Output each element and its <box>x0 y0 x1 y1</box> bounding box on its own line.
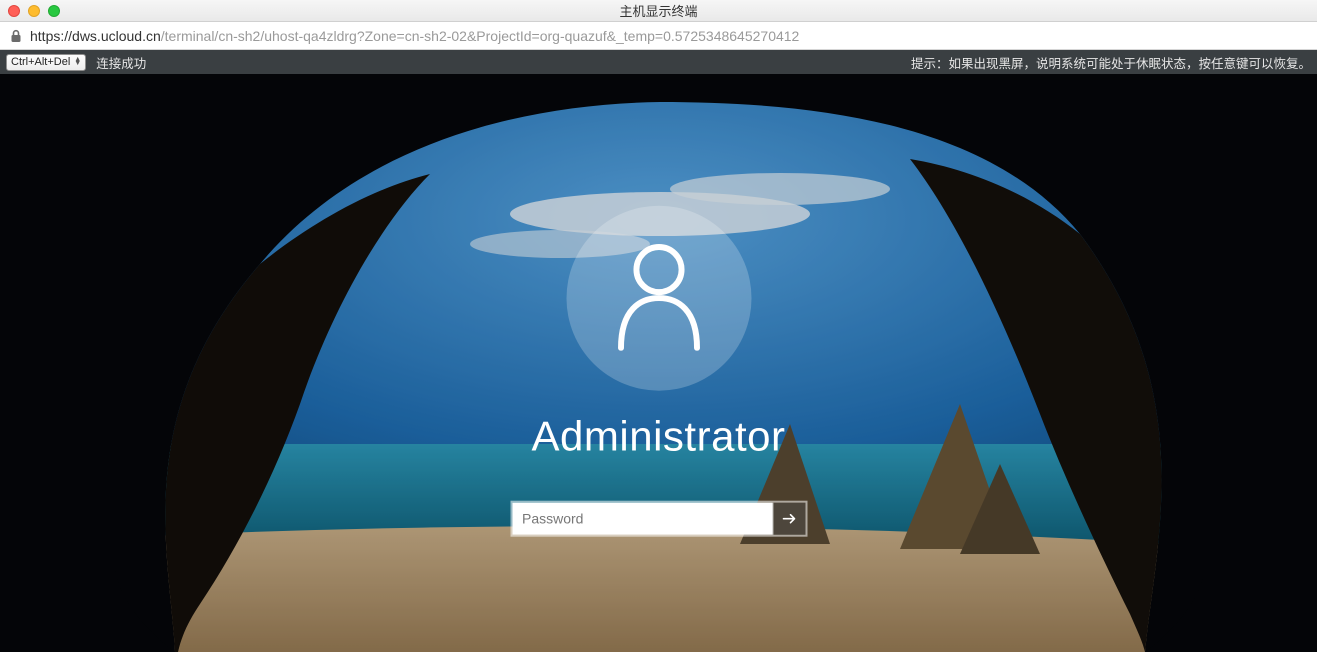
user-avatar <box>566 206 751 391</box>
select-arrows-icon: ▲▼ <box>74 58 81 66</box>
keyboard-shortcut-select[interactable]: Ctrl+Alt+Del ▲▼ <box>6 54 86 71</box>
traffic-lights <box>8 5 60 17</box>
username-label: Administrator <box>532 413 786 461</box>
maximize-window-button[interactable] <box>48 5 60 17</box>
minimize-window-button[interactable] <box>28 5 40 17</box>
url-scheme: https:// <box>30 28 72 44</box>
url-bar: https://dws.ucloud.cn/terminal/cn-sh2/uh… <box>0 22 1317 50</box>
url-text[interactable]: https://dws.ucloud.cn/terminal/cn-sh2/uh… <box>30 28 799 44</box>
connection-status: 连接成功 <box>96 53 146 72</box>
arrow-right-icon <box>780 510 798 528</box>
url-host: dws.ucloud.cn <box>72 28 161 44</box>
submit-button[interactable] <box>772 503 805 535</box>
close-window-button[interactable] <box>8 5 20 17</box>
lock-icon <box>10 29 22 43</box>
terminal-toolbar: Ctrl+Alt+Del ▲▼ 连接成功 提示：如果出现黑屏，说明系统可能处于休… <box>0 50 1317 74</box>
login-panel: Administrator <box>510 206 807 537</box>
password-row <box>510 501 807 537</box>
window-title: 主机显示终端 <box>619 1 697 20</box>
window-titlebar: 主机显示终端 <box>0 0 1317 22</box>
hint-text: 提示：如果出现黑屏，说明系统可能处于休眠状态，按任意键可以恢复。 <box>911 53 1311 72</box>
remote-screen[interactable]: Administrator <box>0 74 1317 652</box>
user-icon <box>611 241 706 356</box>
keyboard-shortcut-label: Ctrl+Alt+Del <box>11 56 70 68</box>
password-input[interactable] <box>512 503 772 535</box>
url-path: /terminal/cn-sh2/uhost-qa4zldrg?Zone=cn-… <box>161 28 800 44</box>
